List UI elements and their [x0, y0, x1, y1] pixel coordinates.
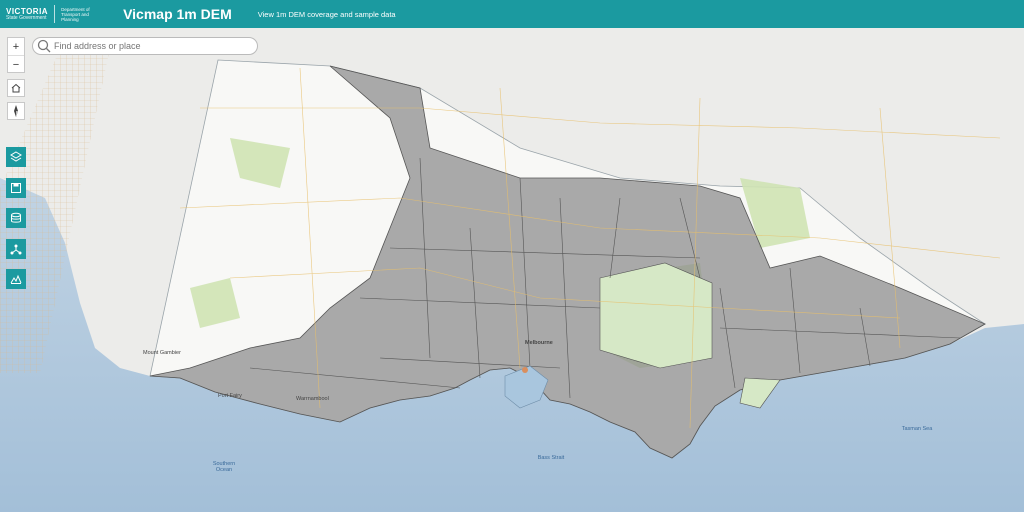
compass-icon [14, 105, 18, 117]
elevation-profile-icon [10, 274, 22, 284]
search-input[interactable] [52, 41, 246, 51]
melbourne-marker [522, 367, 528, 373]
search-box[interactable] [32, 37, 258, 55]
layers-icon [10, 151, 22, 162]
map-view[interactable] [0, 28, 1024, 512]
data-stack-button[interactable] [6, 208, 26, 228]
map-label-southern-ocean: Southern Ocean [212, 461, 236, 473]
layers-button[interactable] [6, 147, 26, 167]
department-name: Department of Transport and Planning [61, 6, 90, 22]
map-label-melbourne: Melbourne [525, 340, 553, 346]
compass-button[interactable] [7, 102, 25, 120]
stack-icon [11, 212, 21, 223]
save-button[interactable] [6, 178, 26, 198]
map-label-warrnambool: Warrnambool [296, 396, 329, 402]
zoom-in-button[interactable]: + [8, 38, 24, 55]
save-icon [11, 183, 21, 193]
logo-subtext: State Government [6, 14, 47, 21]
map-label-tasman-sea: Tasman Sea [901, 426, 933, 432]
zoom-controls: + − [7, 37, 25, 73]
share-button[interactable] [6, 239, 26, 259]
app-title: Vicmap 1m DEM [123, 6, 232, 22]
map-label-port-fairy: Port Fairy [218, 393, 242, 399]
map-label-bass-strait: Bass Strait [537, 455, 565, 461]
logo-divider [54, 5, 56, 23]
home-icon [11, 83, 21, 93]
app-subtitle: View 1m DEM coverage and sample data [257, 9, 396, 19]
search-icon [37, 39, 51, 53]
network-icon [10, 244, 22, 255]
elevation-profile-button[interactable] [6, 269, 26, 289]
map-label-mount-gambier: Mount Gambier [143, 350, 181, 356]
zoom-out-button[interactable]: − [8, 55, 24, 73]
victoria-logo[interactable]: VICTORIA State Government Department of … [6, 0, 95, 28]
app-header: VICTORIA State Government Department of … [0, 0, 1024, 28]
home-button[interactable] [7, 79, 25, 97]
